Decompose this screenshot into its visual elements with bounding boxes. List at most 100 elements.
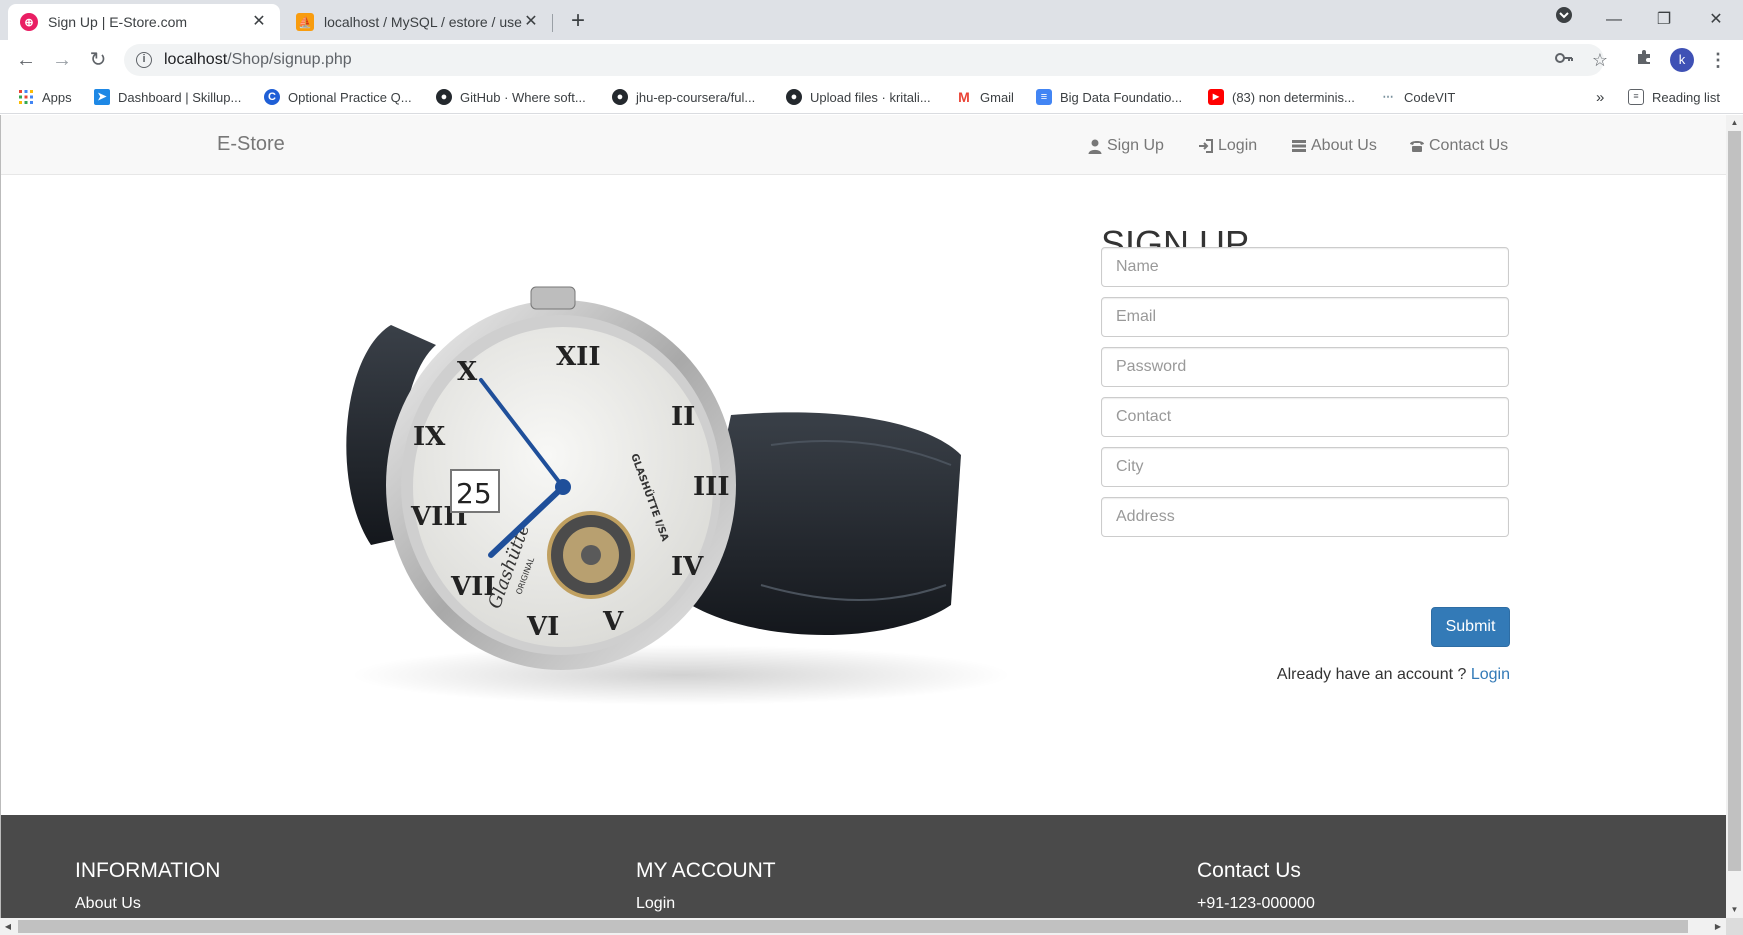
login-prompt-text: Already have an account ? [1276, 666, 1467, 683]
bookmark-docs[interactable]: ≡ Big Data Foundatio... [1036, 87, 1182, 107]
bookmark-label: jhu-ep-coursera/ful... [636, 89, 756, 105]
submit-button[interactable]: Submit [1431, 607, 1510, 647]
bookmark-github-3[interactable]: ● Upload files · kritali... [786, 87, 931, 107]
horizontal-scrollbar[interactable]: ◀ ▶ [0, 918, 1726, 935]
list-icon [1292, 140, 1306, 152]
city-input[interactable] [1101, 447, 1509, 487]
extensions-puzzle-icon[interactable] [1632, 48, 1656, 72]
footer-heading-information: INFORMATION [75, 859, 221, 882]
scroll-right-arrow-icon[interactable]: ▶ [1710, 918, 1726, 935]
tab-close-icon[interactable]: ✕ [250, 13, 268, 31]
new-tab-button[interactable]: + [564, 8, 592, 36]
bookmark-label: Gmail [980, 89, 1014, 105]
name-input[interactable] [1101, 247, 1509, 287]
nav-label: Sign Up [1107, 137, 1164, 154]
bookmarks-bar: Apps ➤ Dashboard | Skillup... C Optional… [0, 80, 1743, 114]
close-window-button[interactable]: ✕ [1702, 6, 1730, 34]
tab-separator [552, 14, 553, 32]
menu-kebab-icon[interactable]: ⋮ [1706, 48, 1730, 72]
skillup-icon: ➤ [94, 89, 110, 105]
svg-text:VI: VI [526, 612, 559, 642]
tab-signup[interactable]: ⊕ Sign Up | E-Store.com ✕ [8, 4, 280, 40]
footer-link-login[interactable]: Login [636, 895, 675, 913]
address-bar[interactable]: i localhost/Shop/signup.php [124, 44, 1604, 76]
nav-label: Login [1218, 137, 1258, 154]
reading-list-label: Reading list [1652, 89, 1720, 105]
bookmark-gmail[interactable]: M Gmail [956, 87, 1014, 107]
email-input[interactable] [1101, 297, 1509, 337]
login-prompt: Already have an account ? Login [1161, 666, 1510, 684]
bookmark-coursera[interactable]: C Optional Practice Q... [264, 87, 412, 107]
browser-toolbar: ← → ↻ i localhost/Shop/signup.php ☆ ⋮ [0, 40, 1743, 80]
site-footer: INFORMATION About Us MY ACCOUNT Login Co… [1, 815, 1726, 918]
bookmark-apps[interactable]: Apps [18, 87, 72, 107]
maximize-button[interactable]: ❐ [1650, 6, 1678, 34]
reading-list-icon: ≡ [1628, 89, 1644, 105]
phone-icon [1410, 141, 1424, 152]
nav-signup[interactable]: Sign Up [1087, 137, 1164, 155]
address-input[interactable] [1101, 497, 1509, 537]
docs-icon: ≡ [1036, 89, 1052, 105]
github-icon: ● [612, 89, 628, 105]
bookmark-youtube[interactable]: ▶ (83) non determinis... [1208, 87, 1355, 107]
coursera-c-icon: C [264, 89, 280, 105]
scroll-down-arrow-icon[interactable]: ▼ [1726, 902, 1743, 918]
svg-text:IV: IV [671, 552, 704, 582]
scroll-up-arrow-icon[interactable]: ▲ [1726, 115, 1743, 131]
codevit-icon: ⋯ [1380, 89, 1396, 105]
site-brand[interactable]: E-Store [217, 133, 285, 156]
login-link[interactable]: Login [1471, 666, 1510, 683]
svg-text:X: X [457, 357, 478, 387]
tab-close-icon[interactable]: ✕ [522, 13, 540, 31]
nav-login[interactable]: Login [1198, 137, 1257, 155]
minimize-button[interactable]: — [1600, 6, 1628, 34]
reload-icon[interactable]: ↻ [84, 46, 112, 74]
bookmark-label: CodeVIT [1404, 89, 1456, 105]
nav-contact[interactable]: Contact Us [1409, 137, 1508, 155]
more-bookmarks-button[interactable]: » [1596, 87, 1604, 107]
scroll-left-arrow-icon[interactable]: ◀ [0, 918, 16, 935]
password-input[interactable] [1101, 347, 1509, 387]
estore-favicon-icon: ⊕ [20, 13, 38, 31]
tab-title: localhost / MySQL / estore / user [324, 14, 522, 30]
nav-label: Contact Us [1429, 137, 1509, 154]
footer-phone: +91-123-000000 [1197, 895, 1315, 912]
svg-text:V: V [602, 607, 624, 637]
bookmark-star-icon[interactable]: ☆ [1588, 48, 1612, 72]
bookmark-label: Big Data Foundatio... [1060, 89, 1183, 105]
phpmyadmin-favicon-icon: ⛵ [296, 13, 314, 31]
footer-heading-contact: Contact Us [1197, 859, 1301, 882]
tab-search-icon[interactable] [1550, 6, 1578, 34]
bookmark-github-1[interactable]: ● GitHub · Where soft... [436, 87, 586, 107]
bookmark-label: Optional Practice Q... [288, 89, 412, 105]
svg-text:25: 25 [456, 477, 492, 510]
back-arrow-icon[interactable]: ← [12, 46, 40, 74]
nav-about[interactable]: About Us [1291, 137, 1377, 155]
bookmark-codevit[interactable]: ⋯ CodeVIT [1380, 87, 1455, 107]
vertical-scroll-thumb[interactable] [1728, 131, 1741, 871]
github-icon: ● [786, 89, 802, 105]
bookmark-label: Dashboard | Skillup... [118, 89, 242, 105]
watch-product-image: XII II III IV V VI VII VIII IX X 25 Glas… [346, 286, 1011, 705]
bookmark-skillup[interactable]: ➤ Dashboard | Skillup... [94, 87, 241, 107]
nav-label: About Us [1311, 137, 1377, 154]
key-icon[interactable] [1552, 48, 1576, 72]
youtube-icon: ▶ [1208, 89, 1224, 105]
tab-phpmyadmin[interactable]: ⛵ localhost / MySQL / estore / user ✕ [284, 4, 552, 40]
github-icon: ● [436, 89, 452, 105]
horizontal-scroll-thumb[interactable] [18, 920, 1688, 933]
footer-heading-account: MY ACCOUNT [636, 859, 776, 882]
vertical-scrollbar[interactable]: ▲ ▼ [1726, 115, 1743, 918]
footer-link-about[interactable]: About Us [75, 895, 141, 913]
site-info-icon[interactable]: i [136, 52, 152, 68]
tab-title: Sign Up | E-Store.com [48, 14, 188, 30]
page-viewport: E-Store Sign Up Login About Us Contact U… [0, 115, 1726, 918]
forward-arrow-icon[interactable]: → [48, 46, 76, 74]
scrollbar-corner [1726, 918, 1743, 935]
reading-list-button[interactable]: ≡ Reading list [1628, 87, 1720, 107]
tab-bar: ⊕ Sign Up | E-Store.com ✕ ⛵ localhost / … [0, 0, 1743, 40]
gmail-icon: M [956, 89, 972, 105]
bookmark-github-2[interactable]: ● jhu-ep-coursera/ful... [612, 87, 755, 107]
contact-input[interactable] [1101, 397, 1509, 437]
profile-avatar[interactable]: k [1670, 48, 1694, 72]
